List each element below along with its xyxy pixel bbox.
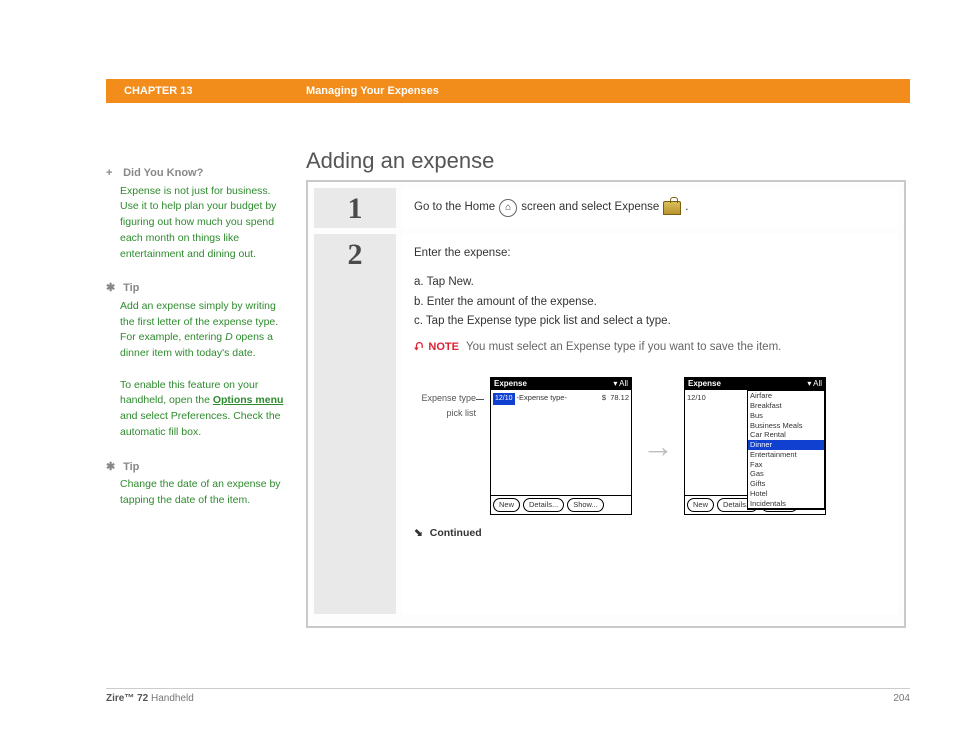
step-2c: c. Tap the Expense type pick list and se… (414, 312, 886, 332)
asterisk-icon: ✱ (106, 280, 120, 297)
tip1-body: Add an expense simply by writing the fir… (106, 299, 286, 441)
palm-screen-left: Expense ▾ All 12/10 -Expense type- $ 78.… (490, 377, 632, 515)
asterisk-icon: ✱ (106, 459, 120, 476)
expense-type-dropdown[interactable]: Airfare Breakfast Bus Business Meals Car… (747, 390, 825, 510)
option-entertainment[interactable]: Entertainment (748, 450, 824, 460)
tip2-body: Change the date of an expense by tapping… (106, 477, 286, 509)
option-car-rental[interactable]: Car Rental (748, 430, 824, 440)
option-breakfast[interactable]: Breakfast (748, 401, 824, 411)
new-button[interactable]: New (493, 498, 520, 513)
option-dinner[interactable]: Dinner (748, 440, 824, 450)
step-2a: a. Tap New. (414, 273, 886, 293)
details-button[interactable]: Details... (523, 498, 564, 513)
screen-title: Expense (688, 377, 721, 391)
note-icon: ⮏ (414, 341, 423, 353)
page-title: Adding an expense (306, 148, 494, 174)
screenshots-row: Expense type pick list Expense ▾ All 12/… (414, 377, 886, 515)
sidebar: + Did You Know? Expense is not just for … (106, 165, 286, 527)
step-2: 2 Enter the expense: a. Tap New. b. Ente… (314, 234, 898, 614)
home-icon: ⌂ (499, 199, 517, 217)
option-hotel[interactable]: Hotel (748, 489, 824, 499)
chapter-header: CHAPTER 13 Managing Your Expenses (106, 79, 910, 103)
options-menu-link[interactable]: Options menu (213, 394, 284, 406)
note-text: You must select an Expense type if you w… (466, 341, 781, 353)
footer-product: Zire™ 72 Handheld (106, 693, 194, 704)
screen-title: Expense (494, 377, 527, 391)
expense-date[interactable]: 12/10 (493, 393, 515, 405)
show-button[interactable]: Show... (567, 498, 604, 513)
category-selector[interactable]: ▾ All (613, 377, 628, 391)
arrow-right-icon: → (642, 419, 674, 473)
chapter-title: Managing Your Expenses (306, 85, 439, 97)
tip2-block: ✱ Tip Change the date of an expense by t… (106, 459, 286, 509)
expense-row[interactable]: 12/10 -Expense type- $ 78.12 (493, 392, 629, 405)
did-you-know-heading: Did You Know? (123, 167, 203, 179)
option-incidentals[interactable]: Incidentals (748, 499, 824, 510)
expense-date[interactable]: 12/10 (687, 392, 706, 405)
option-airfare[interactable]: Airfare (748, 391, 824, 401)
footer: Zire™ 72 Handheld 204 (106, 688, 910, 704)
option-fax[interactable]: Fax (748, 460, 824, 470)
step-1: 1 Go to the Home ⌂ screen and select Exp… (314, 188, 898, 228)
plus-icon: + (106, 165, 120, 182)
step-2-intro: Enter the expense: (414, 244, 886, 264)
note-label: NOTE (428, 341, 459, 353)
palm-screen-right: Expense ▾ All 12/10 78.12 Airfare Breakf… (684, 377, 826, 515)
expense-icon (663, 201, 681, 215)
tip2-heading: Tip (123, 461, 139, 473)
did-you-know-block: + Did You Know? Expense is not just for … (106, 165, 286, 262)
note: ⮏ NOTE You must select an Expense type i… (414, 338, 886, 358)
pick-list-label: Expense type pick list (414, 391, 480, 422)
steps-panel: 1 Go to the Home ⌂ screen and select Exp… (306, 180, 906, 628)
continued-arrow-icon: ⬊ (414, 525, 423, 543)
step-2-content: Enter the expense: a. Tap New. b. Enter … (396, 234, 898, 614)
option-gifts[interactable]: Gifts (748, 479, 824, 489)
option-gas[interactable]: Gas (748, 469, 824, 479)
new-button[interactable]: New (687, 498, 714, 513)
option-business-meals[interactable]: Business Meals (748, 421, 824, 431)
continued-label: ⬊ Continued (414, 525, 886, 543)
did-you-know-body: Expense is not just for business. Use it… (106, 184, 286, 263)
expense-type-picklist[interactable]: -Expense type- (517, 392, 567, 405)
page-number: 204 (893, 693, 910, 704)
chapter-label: CHAPTER 13 (106, 85, 306, 97)
step-1-content: Go to the Home ⌂ screen and select Expen… (396, 188, 898, 228)
tip1-block: ✱ Tip Add an expense simply by writing t… (106, 280, 286, 440)
step-2-number: 2 (348, 238, 363, 272)
tip1-heading: Tip (123, 282, 139, 294)
step-1-number: 1 (348, 192, 363, 226)
category-selector[interactable]: ▾ All (807, 377, 822, 391)
option-bus[interactable]: Bus (748, 411, 824, 421)
step-2b: b. Enter the amount of the expense. (414, 293, 886, 313)
